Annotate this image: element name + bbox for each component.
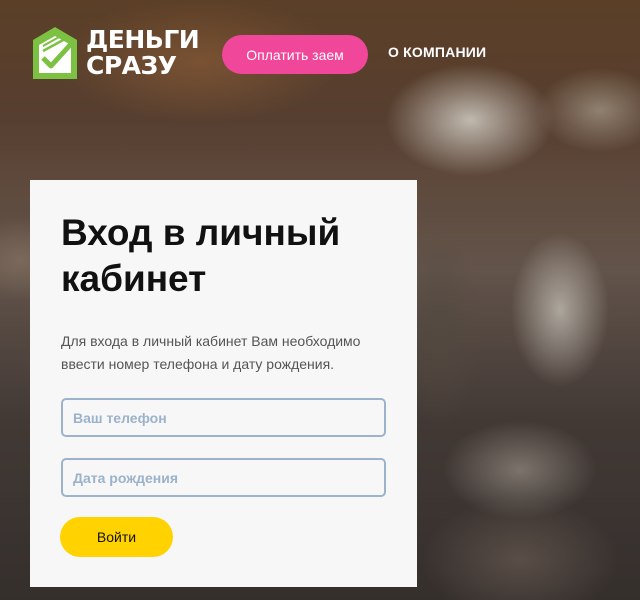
- login-description: Для входа в личный кабинет Вам необходим…: [61, 333, 361, 372]
- birthdate-input[interactable]: [61, 458, 386, 497]
- site-logo[interactable]: ДЕНЬГИ СРАЗУ: [30, 24, 200, 82]
- page: ДЕНЬГИ СРАЗУ Оплатить заем О КОМПАНИИ Вх…: [0, 0, 640, 600]
- login-title: Вход в личный кабинет: [61, 212, 341, 299]
- logo-text: ДЕНЬГИ СРАЗУ: [86, 25, 200, 80]
- login-card: Вход в личный кабинет Для входа в личный…: [30, 180, 417, 587]
- phone-input[interactable]: [61, 398, 386, 437]
- logo-line-2: СРАЗУ: [86, 51, 177, 80]
- nav-link-about[interactable]: О КОМПАНИИ: [388, 44, 486, 60]
- wallet-check-icon: [33, 27, 77, 79]
- logo-line-1: ДЕНЬГИ: [86, 25, 200, 54]
- login-button[interactable]: Войти: [60, 517, 173, 557]
- pay-loan-button[interactable]: Оплатить заем: [222, 35, 368, 74]
